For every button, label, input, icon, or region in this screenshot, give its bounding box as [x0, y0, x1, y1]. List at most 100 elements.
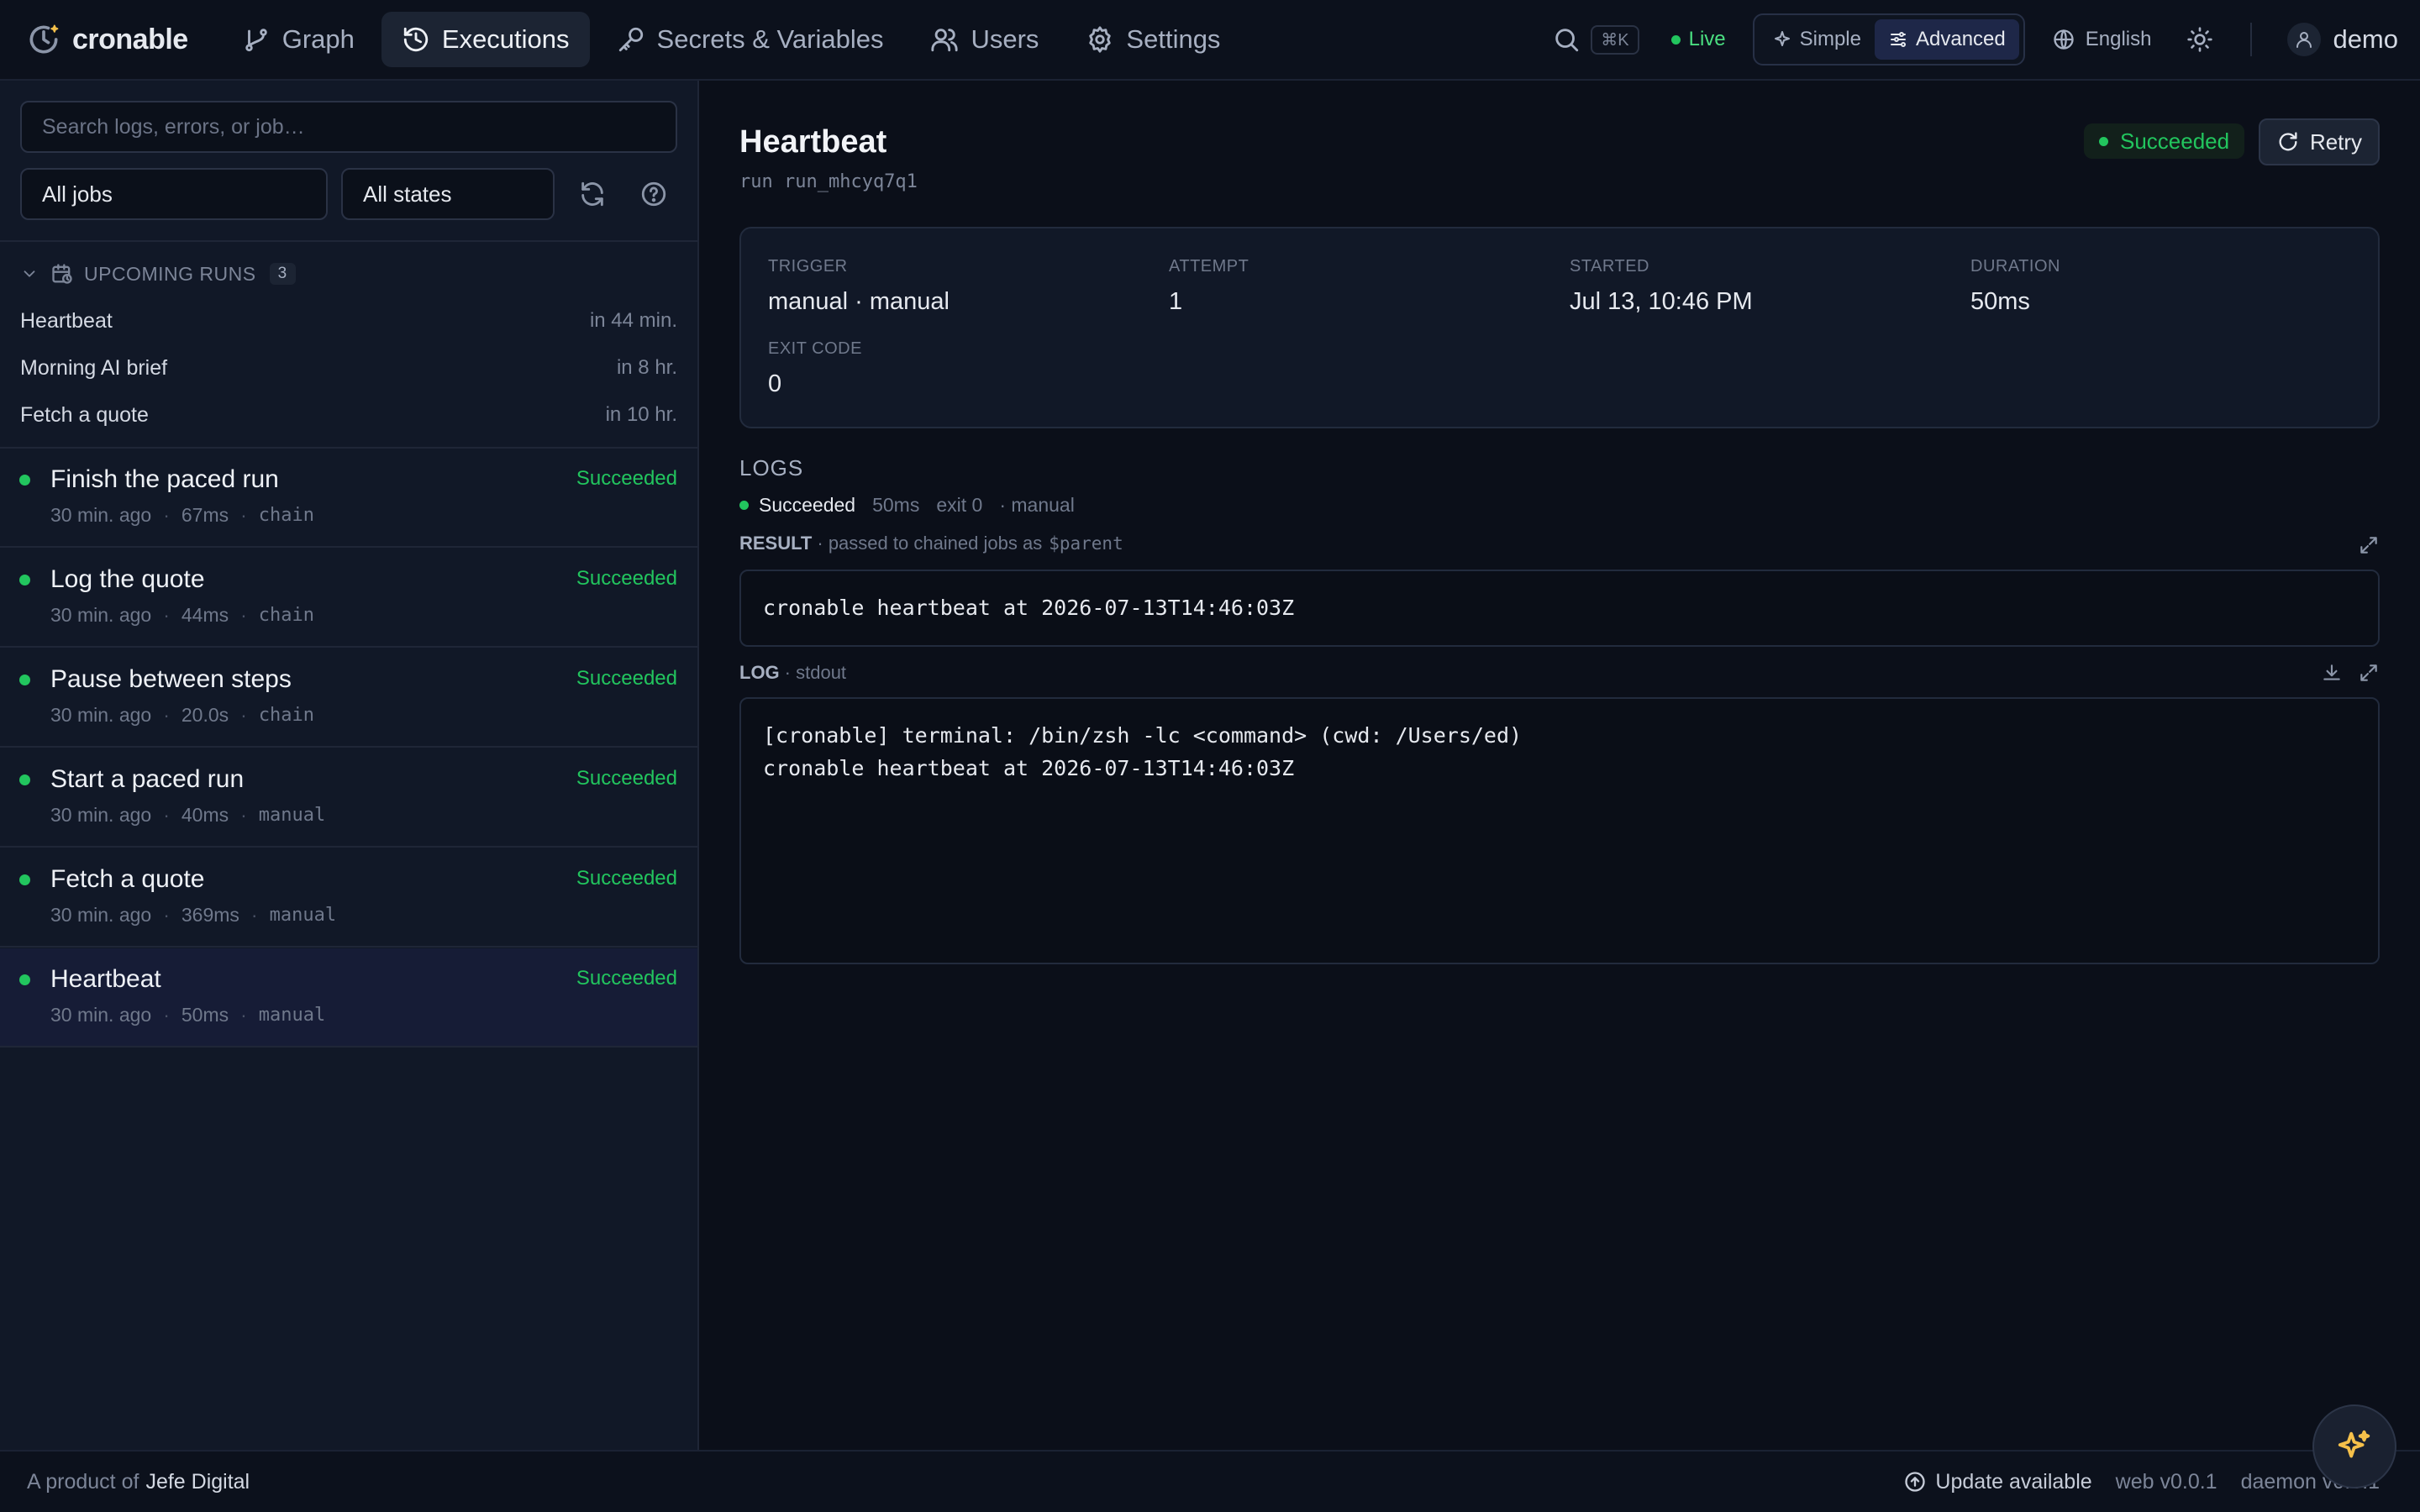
nav-settings[interactable]: Settings: [1065, 12, 1240, 67]
run-meta: 30 min. ago · 369ms · manual: [50, 904, 337, 926]
info-label: TRIGGER: [768, 257, 848, 276]
expand-result-button[interactable]: [2358, 534, 2380, 556]
run-list-item[interactable]: Finish the paced run 30 min. ago · 67ms · …: [0, 449, 697, 548]
sliders-icon: [1890, 32, 1906, 47]
run-meta: 30 min. ago · 50ms · manual: [50, 1004, 326, 1026]
run-list-item[interactable]: Start a paced run 30 min. ago · 40ms · man…: [0, 748, 697, 848]
run-info-card: TRIGGER manual · manual ATTEMPT 1 STARTE…: [739, 227, 2380, 428]
run-name: Heartbeat: [50, 965, 161, 993]
nav-executions[interactable]: Executions: [381, 12, 590, 67]
brand-name: cronable: [72, 23, 188, 55]
run-trigger: manual: [269, 905, 337, 926]
run-meta: 30 min. ago · 20.0s · chain: [50, 704, 315, 726]
retry-button[interactable]: Retry: [2259, 118, 2380, 165]
search-icon: [1555, 29, 1579, 52]
logs-exit: exit 0: [936, 494, 983, 516]
theme-toggle-button[interactable]: [2186, 26, 2213, 53]
footer-company-link[interactable]: Jefe Digital: [145, 1470, 250, 1494]
language-selector[interactable]: English: [2052, 28, 2151, 51]
help-button[interactable]: [637, 177, 671, 211]
upcoming-count-badge: 3: [269, 263, 296, 285]
info-value: 50ms: [1970, 288, 2030, 315]
sparkle-icon: [1774, 31, 1790, 46]
help-circle-icon: [641, 181, 666, 207]
status-dot-icon: [2099, 136, 2108, 146]
download-icon: [2323, 664, 2340, 680]
expand-log-button[interactable]: [2358, 662, 2380, 684]
run-list-item[interactable]: Fetch a quote 30 min. ago · 369ms · manual…: [0, 848, 697, 948]
live-dot-icon: [1670, 34, 1681, 45]
branch-icon: [245, 29, 267, 52]
nav-secrets-label: Secrets & Variables: [656, 24, 884, 54]
run-meta: 30 min. ago · 67ms · chain: [50, 504, 315, 526]
refresh-icon: [581, 181, 603, 207]
info-label: STARTED: [1570, 257, 1649, 276]
global-search-button[interactable]: ⌘K: [1552, 24, 1639, 55]
refresh-button[interactable]: [576, 177, 609, 211]
upcoming-run-when: in 44 min.: [589, 309, 677, 332]
upcoming-run-item[interactable]: Heartbeat in 44 min.: [20, 302, 677, 339]
nav-users[interactable]: Users: [910, 12, 1059, 67]
key-icon: [618, 27, 643, 52]
update-available-button[interactable]: Update available: [1903, 1469, 2092, 1494]
result-note: · passed to chained jobs as: [817, 533, 1043, 554]
chevron-down-icon: [24, 270, 35, 277]
search-shortcut-badge: ⌘K: [1591, 24, 1639, 55]
search-logs-input[interactable]: [20, 101, 677, 153]
status-dot-icon: [739, 501, 749, 510]
run-list-item-selected[interactable]: Heartbeat 30 min. ago · 50ms · manual Succ…: [0, 948, 697, 1047]
run-status: Succeeded: [576, 467, 677, 490]
status-dot-icon: [19, 675, 30, 685]
run-ago: 30 min. ago: [50, 604, 152, 626]
upcoming-run-name: Fetch a quote: [20, 402, 149, 427]
upcoming-run-item[interactable]: Fetch a quote in 10 hr.: [20, 396, 677, 433]
run-status: Succeeded: [576, 767, 677, 790]
state-filter-select[interactable]: All states: [341, 168, 555, 220]
sun-icon: [2187, 27, 2213, 52]
run-detail-panel: Heartbeat run run_mhcyq7q1 Succeeded Ret…: [699, 81, 2420, 1450]
upcoming-run-item[interactable]: Morning AI brief in 8 hr.: [20, 349, 677, 386]
nav-graph[interactable]: Graph: [222, 12, 375, 67]
expand-icon: [2360, 664, 2377, 681]
info-attempt: ATTEMPT 1: [1169, 257, 1249, 316]
job-filter-select[interactable]: All jobs: [20, 168, 328, 220]
status-badge: Succeeded: [2084, 123, 2245, 159]
job-filter-value: All jobs: [42, 181, 113, 207]
user-menu[interactable]: demo: [2287, 23, 2398, 56]
topbar-divider: [2250, 23, 2253, 56]
run-list-item[interactable]: Pause between steps 30 min. ago · 20.0s · …: [0, 648, 697, 748]
run-status: Succeeded: [576, 967, 677, 990]
run-trigger: chain: [258, 705, 315, 726]
info-value: Jul 13, 10:46 PM: [1570, 288, 1753, 315]
footer-credit: A product of Jefe Digital: [27, 1470, 250, 1494]
expand-icon: [2360, 537, 2377, 554]
nav-secrets[interactable]: Secrets & Variables: [597, 12, 904, 67]
nav-settings-label: Settings: [1126, 24, 1221, 54]
log-actions: [2321, 662, 2380, 684]
view-mode-toggle: Simple Advanced: [1752, 13, 2025, 66]
upcoming-run-when: in 8 hr.: [616, 356, 677, 379]
run-ago: 30 min. ago: [50, 904, 152, 926]
run-duration: 50ms: [181, 1004, 229, 1026]
log-output: [cronable] terminal: /bin/zsh -lc <comma…: [739, 697, 2380, 964]
mode-advanced-button[interactable]: Advanced: [1874, 19, 2019, 60]
mode-simple-button[interactable]: Simple: [1759, 19, 1875, 60]
run-status: Succeeded: [576, 867, 677, 890]
footer: A product of Jefe Digital Update availabl…: [0, 1450, 2420, 1512]
download-log-button[interactable]: [2321, 662, 2343, 684]
status-dot-icon: [19, 874, 30, 885]
run-ago: 30 min. ago: [50, 804, 152, 826]
info-value: 1: [1169, 288, 1183, 315]
web-version: web v0.0.1: [2115, 1469, 2217, 1494]
upcoming-runs-toggle[interactable]: UPCOMING RUNS 3: [20, 259, 296, 289]
main-nav: Graph Executions Secrets & Variables Use…: [222, 12, 1241, 67]
ai-assistant-button[interactable]: [2312, 1404, 2396, 1488]
brand[interactable]: cronable: [25, 21, 188, 58]
run-list-item[interactable]: Log the quote 30 min. ago · 44ms · chain S…: [0, 549, 697, 648]
log-label: LOG · stdout: [739, 662, 846, 684]
nav-graph-label: Graph: [281, 24, 355, 54]
log-title: LOG: [739, 662, 780, 683]
logs-status: Succeeded: [759, 494, 856, 516]
run-trigger: chain: [258, 505, 315, 526]
update-label: Update available: [1935, 1469, 2092, 1494]
